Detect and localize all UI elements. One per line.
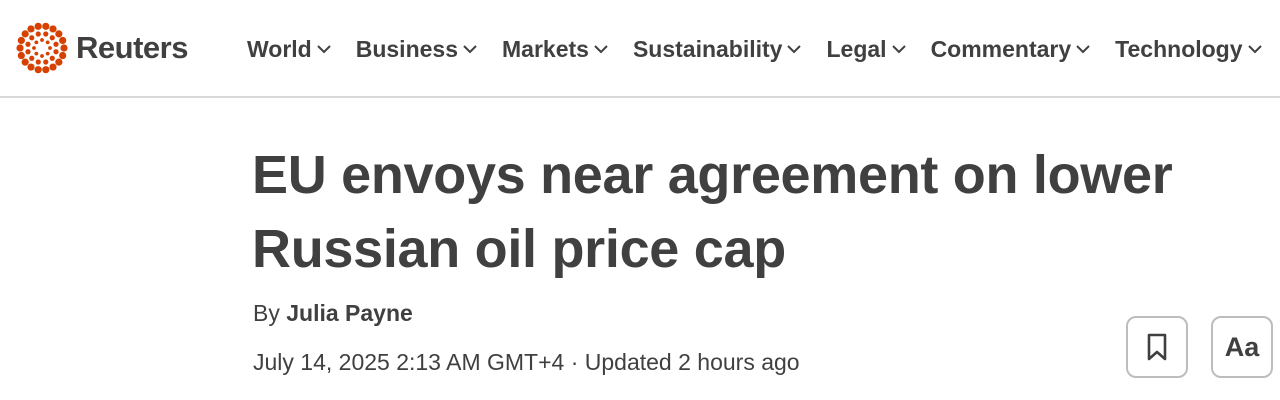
nav-item-markets[interactable]: Markets xyxy=(502,36,609,63)
byline-prefix: By xyxy=(253,300,280,326)
nav-item-label: Technology xyxy=(1115,35,1243,62)
brand-name: Reuters xyxy=(76,30,188,65)
nav-item-label: Business xyxy=(355,35,458,62)
site-header: Reuters World Business Markets Sustainab… xyxy=(0,0,1280,98)
nav-item-label: Sustainability xyxy=(632,35,783,62)
nav-item-commentary[interactable]: Commentary xyxy=(931,36,1092,63)
bookmark-icon xyxy=(1147,333,1167,361)
nav-item-world[interactable]: World xyxy=(247,36,332,63)
chevron-down-icon xyxy=(317,45,331,54)
article-dateline: July 14, 2025 2:13 AM GMT+4 · Updated 2 … xyxy=(253,349,800,376)
nav-item-label: Markets xyxy=(502,35,589,62)
nav-item-label: World xyxy=(247,35,312,62)
author-link[interactable]: Julia Payne xyxy=(286,300,413,326)
published-time: July 14, 2025 2:13 AM GMT+4 xyxy=(253,349,565,375)
nav-item-label: Legal xyxy=(826,35,887,62)
dateline-separator: · xyxy=(570,349,579,375)
chevron-down-icon xyxy=(1247,45,1262,54)
font-size-label: Aa xyxy=(1224,331,1260,362)
chevron-down-icon xyxy=(463,45,477,54)
main-nav: World Business Markets Sustainability Le… xyxy=(247,30,1280,68)
nav-item-sustainability[interactable]: Sustainability xyxy=(633,36,803,63)
chevron-down-icon xyxy=(891,45,906,54)
font-size-button[interactable]: Aa xyxy=(1211,316,1273,378)
chevron-down-icon xyxy=(1076,45,1090,54)
updated-time: Updated 2 hours ago xyxy=(584,349,800,375)
article-headline: EU envoys near agreement on lower Russia… xyxy=(252,145,1173,279)
chevron-down-icon xyxy=(594,45,608,54)
reuters-logo[interactable]: Reuters xyxy=(16,22,188,74)
nav-item-business[interactable]: Business xyxy=(356,36,478,63)
nav-item-legal[interactable]: Legal xyxy=(826,36,906,63)
chevron-down-icon xyxy=(787,45,802,54)
byline: By Julia Payne xyxy=(253,300,413,327)
reuters-dot-ring-icon xyxy=(16,22,68,74)
nav-item-label: Commentary xyxy=(930,35,1072,62)
nav-item-technology[interactable]: Technology xyxy=(1115,36,1262,63)
bookmark-button[interactable] xyxy=(1126,316,1188,378)
